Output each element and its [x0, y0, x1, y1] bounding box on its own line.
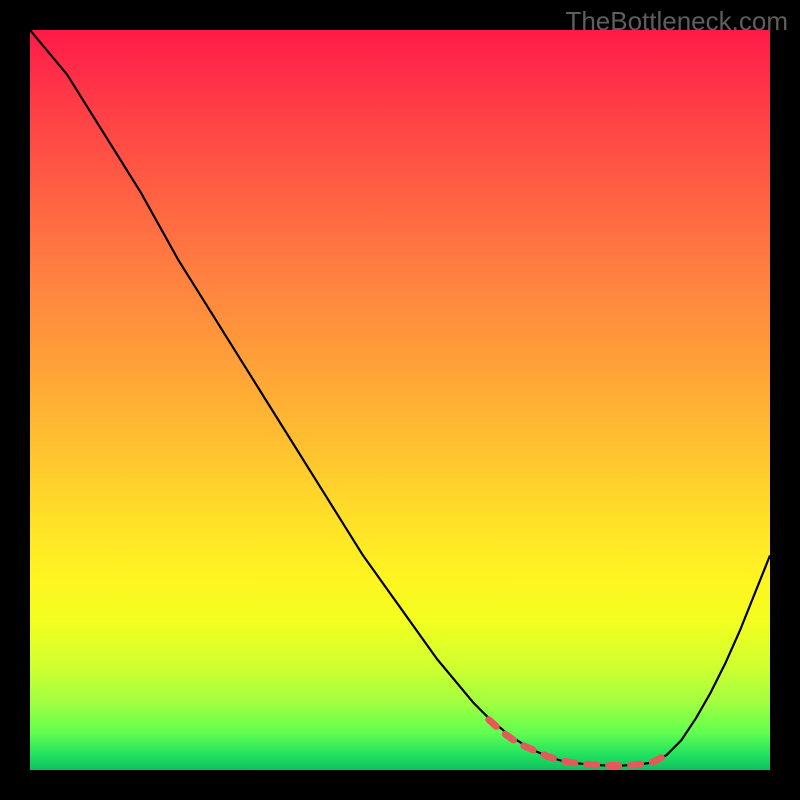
chart-curve-line: [30, 30, 770, 766]
chart-svg: [30, 30, 770, 770]
watermark-text: TheBottleneck.com: [565, 6, 788, 37]
chart-highlight-segment: [489, 720, 667, 766]
chart-plot-area: [30, 30, 770, 770]
